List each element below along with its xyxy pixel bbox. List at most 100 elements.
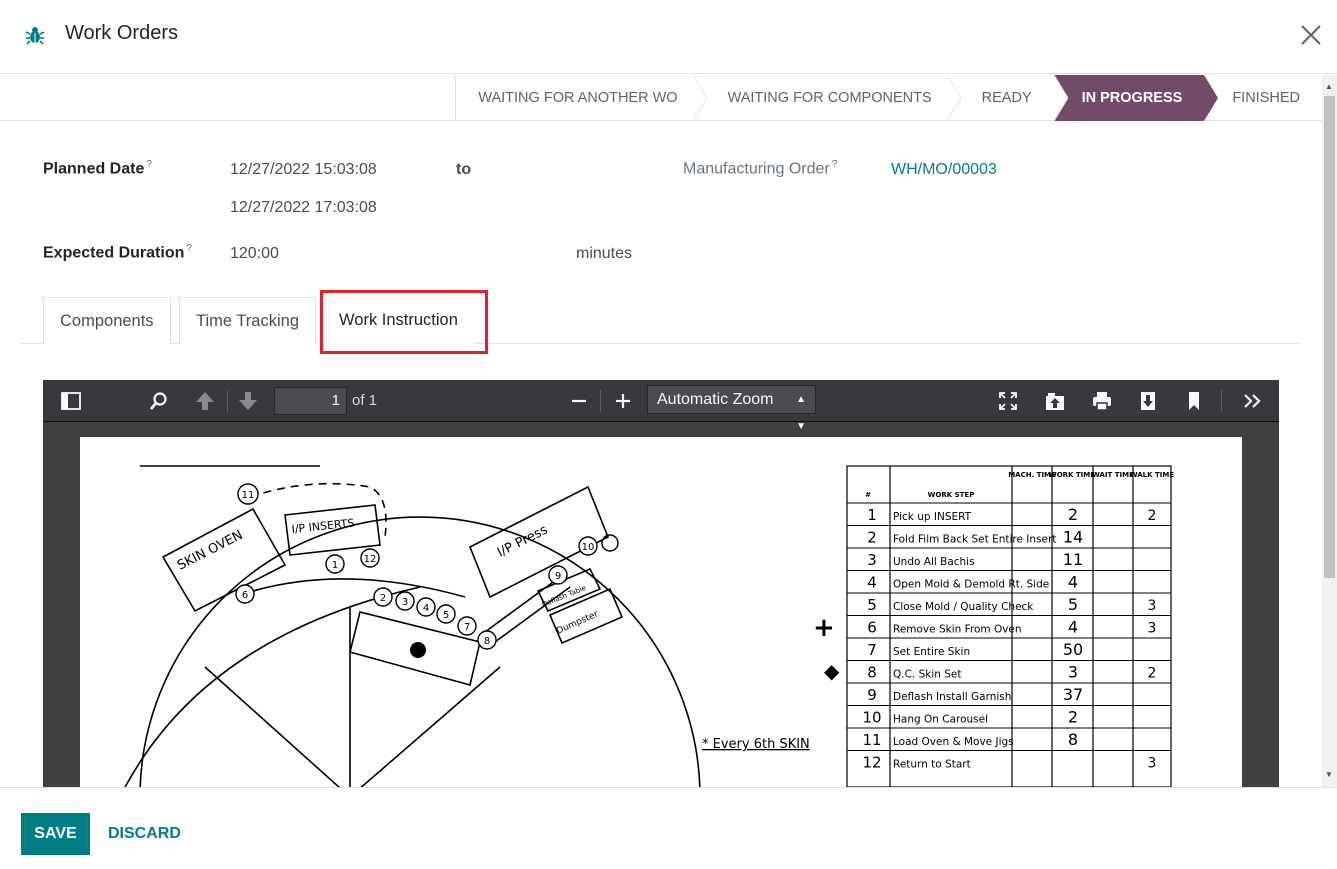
- diamond-mark: ◆: [824, 659, 840, 683]
- tab-work-instruction[interactable]: Work Instruction: [323, 297, 474, 344]
- step-description: Deflash Install Garnish: [893, 691, 1011, 703]
- step-description: Undo All Bachis: [893, 556, 975, 568]
- walk-time: 2: [1148, 666, 1157, 682]
- table-header: WAIT TIME: [1092, 471, 1134, 479]
- zoom-select[interactable]: Automatic Zoom ▲ ▼: [647, 385, 816, 432]
- toolbar-divider: [227, 390, 228, 412]
- work-time: 37: [1063, 685, 1083, 704]
- station-label: 2: [380, 593, 386, 604]
- stage-label: FINISHED: [1232, 90, 1300, 106]
- zoom-in-icon[interactable]: [611, 389, 635, 413]
- tab-components[interactable]: Components: [43, 297, 171, 344]
- stage-label: READY: [981, 90, 1032, 106]
- chevron-left-notch: [1053, 75, 1068, 121]
- stage-waiting-components[interactable]: WAITING FOR COMPONENTS: [700, 75, 962, 121]
- expected-duration-label: Expected Duration?: [43, 243, 192, 262]
- station-label: 8: [484, 636, 490, 647]
- discard-button[interactable]: DISCARD: [108, 813, 181, 855]
- work-time: 4: [1068, 618, 1078, 637]
- walk-time: 3: [1148, 598, 1157, 614]
- pdf-viewer: 1 of 1 Automatic Zoom ▲ ▼ 11 1 12 6 2 3 …: [43, 380, 1279, 788]
- pdf-page: 11 1 12 6 2 3 4 5 7 8 9 10 SKIN OVEN I/P…: [80, 437, 1242, 788]
- step-description: Open Mold & Demold Rt. Side: [893, 579, 1049, 591]
- presentation-mode-icon[interactable]: [996, 389, 1020, 413]
- download-icon[interactable]: [1136, 389, 1160, 413]
- station-label: 3: [402, 597, 408, 608]
- stage-label: IN PROGRESS: [1081, 90, 1183, 106]
- work-time: 8: [1068, 730, 1078, 749]
- tab-time-tracking[interactable]: Time Tracking: [179, 297, 316, 344]
- help-icon[interactable]: ?: [146, 159, 152, 170]
- table-header: #: [865, 491, 871, 499]
- diagram-label: Dumpster: [555, 609, 600, 636]
- dialog-header: Work Orders: [0, 0, 1337, 74]
- stage-in-progress[interactable]: IN PROGRESS: [1053, 75, 1219, 121]
- double-chevron-right-icon[interactable]: [1240, 389, 1264, 413]
- page-number-input[interactable]: 1: [274, 387, 347, 415]
- help-icon[interactable]: ?: [186, 243, 192, 254]
- step-number: 8: [867, 664, 877, 682]
- save-button[interactable]: SAVE: [21, 813, 90, 855]
- zoom-out-icon[interactable]: [567, 389, 591, 413]
- manufacturing-order-link[interactable]: WH/MO/00003: [891, 161, 997, 179]
- work-instruction-drawing: 11 1 12 6 2 3 4 5 7 8 9 10 SKIN OVEN I/P…: [123, 465, 1174, 788]
- previous-page-icon[interactable]: [193, 389, 217, 413]
- step-number: 10: [862, 709, 881, 727]
- stage-list: WAITING FOR ANOTHER WO WAITING FOR COMPO…: [455, 75, 1322, 121]
- stage-finished[interactable]: FINISHED: [1204, 75, 1322, 121]
- toolbar-divider: [600, 390, 601, 412]
- step-description: Set Entire Skin: [893, 646, 970, 658]
- print-icon[interactable]: [1090, 389, 1114, 413]
- dialog-footer: SAVE DISCARD: [0, 787, 1337, 869]
- work-time: 2: [1068, 505, 1078, 524]
- diagram-label: I/P Press: [495, 522, 550, 560]
- step-number: 1: [867, 506, 877, 524]
- work-time: 5: [1068, 595, 1078, 614]
- step-number: 11: [862, 731, 881, 749]
- stage-ready[interactable]: READY: [954, 75, 1054, 121]
- status-bar: WAITING FOR ANOTHER WO WAITING FOR COMPO…: [0, 75, 1322, 121]
- toolbar-divider: [1221, 390, 1222, 412]
- work-time: 14: [1063, 528, 1083, 547]
- station-label: 7: [464, 622, 470, 633]
- expected-duration-field[interactable]: 120:00: [230, 245, 279, 263]
- planned-end-field[interactable]: 12/27/2022 17:03:08: [230, 199, 377, 217]
- next-page-icon[interactable]: [236, 389, 260, 413]
- bug-icon: [25, 27, 45, 45]
- step-number: 3: [867, 551, 877, 569]
- scroll-up-icon[interactable]: ▲: [1325, 82, 1333, 91]
- scroll-down-icon[interactable]: ▼: [1325, 770, 1333, 779]
- scrollbar-thumb[interactable]: [1324, 96, 1335, 578]
- to-label: to: [456, 161, 472, 178]
- station-label: 10: [582, 542, 595, 553]
- step-description: Q.C. Skin Set: [893, 669, 962, 681]
- dialog-title: Work Orders: [65, 22, 178, 44]
- chevron-right-icon: [1204, 75, 1219, 121]
- step-number: 9: [867, 686, 877, 704]
- chevron-right-icon: [946, 75, 962, 121]
- search-icon[interactable]: [147, 389, 171, 413]
- pdf-toolbar: 1 of 1 Automatic Zoom ▲ ▼: [43, 380, 1279, 432]
- work-time: 50: [1063, 640, 1083, 659]
- duration-unit-label: minutes: [576, 245, 633, 262]
- planned-start-field[interactable]: 12/27/2022 15:03:08: [230, 161, 377, 179]
- bookmark-icon[interactable]: [1182, 389, 1206, 413]
- chevron-right-icon: [692, 75, 708, 121]
- sidebar-toggle-icon[interactable]: [59, 389, 83, 413]
- step-number: 6: [867, 619, 877, 637]
- step-description: Hang On Carousel: [893, 714, 988, 726]
- manufacturing-order-label: Manufacturing Order?: [683, 159, 838, 178]
- open-file-icon[interactable]: [1043, 389, 1067, 413]
- table-header: WALK TIME: [1130, 471, 1174, 479]
- walk-time: 3: [1148, 756, 1157, 772]
- help-icon[interactable]: ?: [832, 159, 838, 170]
- updown-icon: ▲ ▼: [796, 394, 806, 432]
- station-label: 6: [242, 590, 248, 601]
- step-number: 12: [862, 754, 881, 772]
- close-icon[interactable]: [1298, 22, 1324, 48]
- station-label: 9: [555, 571, 561, 582]
- work-time: 4: [1068, 573, 1078, 592]
- walk-time: 3: [1148, 621, 1157, 637]
- stage-label: WAITING FOR COMPONENTS: [727, 90, 932, 106]
- stage-waiting-another-wo[interactable]: WAITING FOR ANOTHER WO: [455, 75, 708, 121]
